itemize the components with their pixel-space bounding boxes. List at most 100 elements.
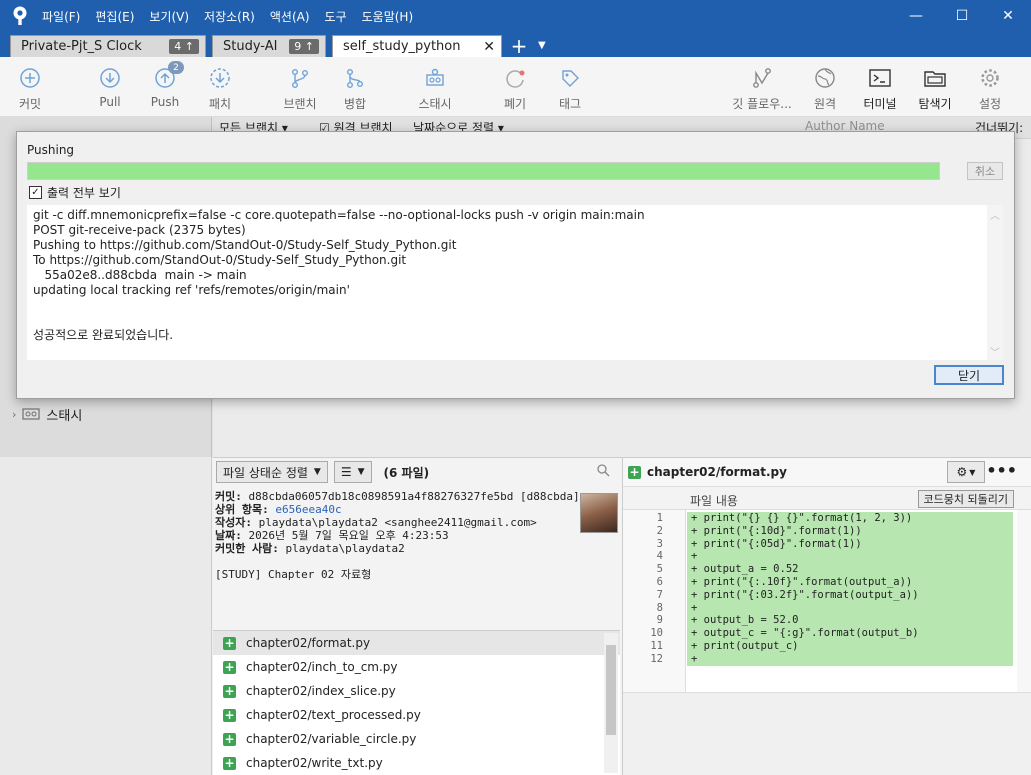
menu-item[interactable]: 도구 — [325, 8, 347, 25]
file-list-item[interactable]: + chapter02/variable_circle.py — [213, 727, 620, 751]
main-toolbar: 커밋 Pull 2 Push 패치 브랜치 병합 스태시 폐기 태그 깃 플로우… — [0, 57, 1031, 117]
file-list-header: 파일 상태순 정렬 ▼ ☰ ▼ (6 파일) — [213, 458, 620, 486]
scrollbar-thumb[interactable] — [606, 645, 616, 735]
added-code-line: + output_b = 52.0 — [687, 614, 1013, 628]
diff-line: 3 + print("{:05d}".format(1)) — [623, 537, 1017, 551]
added-file-icon: + — [223, 684, 236, 698]
git-flow-button[interactable]: 깃 플로우... — [730, 65, 794, 112]
show-full-output-label: 출력 전부 보기 — [47, 186, 121, 200]
output-scrollbar[interactable]: ︿ ﹀ — [987, 205, 1003, 360]
revert-hunk-button[interactable]: 코드뭉치 되돌리기 — [917, 490, 1014, 508]
settings-button[interactable]: 설정 — [960, 65, 1020, 112]
diff-file-name: chapter02/format.py — [647, 465, 787, 479]
remote-label: 원격 — [813, 97, 837, 111]
pull-button[interactable]: Pull — [80, 65, 140, 109]
tab-private-pjt[interactable]: Private-Pjt_S Clock 4 ↑ — [10, 35, 206, 57]
menu-bar: 파일(F) 편집(E) 보기(V) 저장소(R) 액션(A) 도구 도움말(H) — [42, 8, 413, 25]
stash-icon — [422, 65, 448, 91]
diff-line: 9 + output_b = 52.0 — [623, 614, 1017, 628]
more-options-icon[interactable]: ••• — [986, 461, 1017, 480]
author-value: playdata\playdata2 <sanghee2411@gmail.co… — [258, 516, 537, 529]
file-path: chapter02/variable_circle.py — [246, 732, 417, 746]
search-icon[interactable] — [597, 464, 610, 480]
commit-plus-icon — [17, 65, 43, 91]
parent-commit-link[interactable]: e656eea40c — [275, 503, 341, 516]
file-content-label: 파일 내용 — [690, 494, 738, 508]
merge-label: 병합 — [343, 97, 367, 111]
maximize-icon[interactable]: ☐ — [939, 0, 985, 32]
added-file-icon: + — [223, 708, 236, 722]
committer-value: playdata\playdata2 — [285, 542, 405, 555]
pull-arrow-icon — [97, 65, 123, 91]
tab-ahead-badge: 4 ↑ — [169, 39, 199, 54]
tag-button[interactable]: 태그 — [540, 65, 600, 112]
output-line: 성공적으로 완료되었습니다. — [33, 328, 174, 342]
cancel-button[interactable]: 취소 — [967, 162, 1003, 180]
file-list-item[interactable]: + chapter02/index_slice.py — [213, 679, 620, 703]
terminal-button[interactable]: 터미널 — [850, 65, 910, 112]
menu-item[interactable]: 저장소(R) — [204, 8, 255, 25]
output-line: To https://github.com/StandOut-0/Study-S… — [33, 253, 407, 267]
dialog-title: Pushing — [27, 143, 75, 157]
push-label: Push — [150, 95, 180, 109]
explorer-button[interactable]: 탐색기 — [905, 65, 965, 112]
chevron-down-icon: ▼ — [313, 467, 321, 477]
tab-dropdown-icon[interactable]: ▼ — [538, 35, 546, 57]
close-window-icon[interactable]: ✕ — [985, 0, 1031, 32]
file-sort-label: 파일 상태순 정렬 — [223, 465, 308, 480]
diff-options-button[interactable]: ⚙ ▼ — [947, 461, 985, 483]
globe-icon — [812, 65, 838, 91]
scroll-up-icon[interactable]: ︿ — [987, 207, 1003, 222]
sourcetree-window: 파일(F) 편집(E) 보기(V) 저장소(R) 액션(A) 도구 도움말(H) — ☐ ✕… — [0, 0, 1031, 775]
push-button[interactable]: 2 Push — [135, 61, 195, 109]
commit-button[interactable]: 커밋 — [0, 65, 60, 112]
tab-self-study-python[interactable]: self_study_python ✕ — [332, 35, 502, 57]
menu-item[interactable]: 편집(E) — [95, 8, 134, 25]
file-list-item[interactable]: + chapter02/write_txt.py — [213, 751, 620, 775]
file-path: chapter02/format.py — [246, 636, 371, 650]
tab-study-ai[interactable]: Study-AI 9 ↑ — [212, 35, 326, 57]
date-value: 2026년 5월 7일 목요일 오후 4:23:53 — [248, 529, 449, 542]
scroll-down-icon[interactable]: ﹀ — [987, 344, 1003, 359]
minimize-icon[interactable]: — — [893, 0, 939, 32]
file-sort-dropdown[interactable]: 파일 상태순 정렬 ▼ — [216, 461, 328, 483]
diff-line: 7 + print("{:03.2f}".format(output_a)) — [623, 588, 1017, 602]
fetch-icon — [207, 65, 233, 91]
diff-content: 1 + print("{} {} {}".format(1, 2, 3)) 2 + p… — [623, 510, 1017, 692]
added-code-line: + output_c = "{:g}".format(output_b) — [687, 627, 1013, 641]
file-list-item[interactable]: + chapter02/inch_to_cm.py — [213, 655, 620, 679]
file-list-item[interactable]: + chapter02/text_processed.py — [213, 703, 620, 727]
line-number: 1 — [656, 512, 663, 524]
file-list-item[interactable]: + chapter02/format.py — [213, 631, 620, 655]
branch-button[interactable]: 브랜치 — [270, 65, 330, 112]
close-button[interactable]: 닫기 — [934, 365, 1004, 385]
discard-button[interactable]: 폐기 — [485, 65, 545, 112]
show-full-output-option[interactable]: ✓ 출력 전부 보기 — [29, 184, 121, 201]
remote-button[interactable]: 원격 — [795, 65, 855, 112]
merge-button[interactable]: 병합 — [325, 65, 385, 112]
file-count: (6 파일) — [383, 465, 430, 480]
stash-label: 스태시 — [418, 97, 452, 111]
pushing-dialog: Pushing 취소 ✓ 출력 전부 보기 git -c diff.mnemon… — [16, 131, 1015, 399]
menu-item[interactable]: 도움말(H) — [362, 8, 414, 25]
menu-item[interactable]: 보기(V) — [149, 8, 189, 25]
file-list-scrollbar[interactable] — [604, 633, 618, 773]
add-tab-icon[interactable]: + — [510, 35, 528, 57]
diff-line: 4 + — [623, 550, 1017, 564]
menu-item[interactable]: 파일(F) — [42, 8, 80, 25]
line-number: 5 — [656, 563, 663, 576]
line-number: 4 — [656, 550, 663, 563]
gear-icon: ⚙ — [956, 465, 968, 479]
added-file-icon: + — [223, 636, 236, 650]
stash-button[interactable]: 스태시 — [405, 65, 465, 112]
view-mode-dropdown[interactable]: ☰ ▼ — [333, 461, 372, 483]
sourcetree-logo-icon — [10, 5, 30, 27]
commit-message: [STUDY] Chapter 02 자료형 — [215, 568, 372, 581]
show-full-output-checkbox[interactable]: ✓ — [29, 186, 42, 199]
fetch-button[interactable]: 패치 — [190, 65, 250, 112]
line-number: 6 — [656, 576, 663, 588]
tab-label: Private-Pjt_S Clock — [21, 39, 142, 54]
menu-item[interactable]: 액션(A) — [270, 8, 310, 25]
tab-close-icon[interactable]: ✕ — [483, 39, 495, 55]
commit-detail-panel: 파일 상태순 정렬 ▼ ☰ ▼ (6 파일) 커밋: d88cbda06057db1… — [213, 457, 1031, 775]
